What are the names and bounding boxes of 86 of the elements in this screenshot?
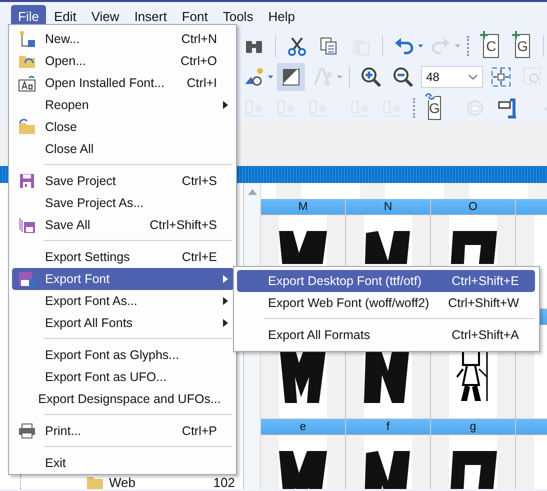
shortcut: Ctrl+P <box>182 424 217 438</box>
menu-item[interactable]: Font <box>174 4 215 28</box>
menu-entry[interactable]: Export Settings Ctrl+E <box>12 246 234 268</box>
add-glyph-button[interactable]: G <box>514 34 530 58</box>
chevron-icon <box>468 74 478 80</box>
menu-label: Export Font As... <box>44 294 138 308</box>
menu-item[interactable]: Help <box>261 4 302 28</box>
menu-item[interactable]: Edit <box>46 4 84 28</box>
submenu-arrow-icon <box>223 297 228 305</box>
font-icon <box>18 74 36 92</box>
menu-entry[interactable]: Export Font as Glyphs... <box>12 344 234 366</box>
shortcut: Ctrl+S <box>182 174 217 188</box>
submenu-arrow-icon <box>223 101 228 109</box>
floppy-disk-icon <box>18 271 36 287</box>
menu-entry[interactable]: Close All <box>12 138 234 160</box>
caret-icon[interactable] <box>268 74 274 78</box>
menu-entry[interactable]: Close <box>12 116 234 138</box>
menu-entry[interactable]: Export All Fonts <box>12 312 234 334</box>
menu-entry[interactable]: Save All Ctrl+Shift+S <box>12 214 234 236</box>
menu-label: Open... <box>44 54 87 68</box>
folder-icon <box>18 119 36 135</box>
menu-entry[interactable]: Print... Ctrl+P <box>12 420 234 442</box>
menu-label: Save Project As... <box>44 196 145 210</box>
shortcut: Ctrl+O <box>180 54 217 68</box>
menu-entry[interactable]: Open Installed Font... Ctrl+I <box>12 72 234 94</box>
menu-entry[interactable]: New... Ctrl+N <box>12 28 234 50</box>
shortcut: Ctrl+I <box>186 76 217 90</box>
caret-icon[interactable] <box>418 44 423 48</box>
shortcut: Ctrl+Shift+E <box>452 274 519 288</box>
zoom-value: 48 <box>426 70 440 84</box>
menu-item[interactable]: Insert <box>127 4 174 28</box>
glyph-label: M <box>261 199 345 215</box>
menu-label: Exit <box>44 456 67 470</box>
menu-label: Close <box>44 120 78 134</box>
menu-label: Export Font <box>44 272 111 286</box>
menu-entry[interactable]: Exit <box>12 452 234 474</box>
menu-entry[interactable]: Export Font as UFO... <box>12 366 234 388</box>
add-glyph-button[interactable]: C <box>483 34 499 58</box>
menu-label: Open Installed Font... <box>44 76 166 90</box>
fill-stroke-icon[interactable] <box>277 62 306 90</box>
zoom-combo[interactable]: 48 <box>421 66 483 88</box>
menu-label: New... <box>44 32 81 46</box>
folder-icon <box>18 53 36 69</box>
submenu-arrow-icon <box>223 275 228 283</box>
menu-entry[interactable]: Export Font As... <box>12 290 234 312</box>
menu-label: Save All <box>44 218 92 232</box>
glyph-label: f <box>346 419 430 435</box>
menu-label: Export Desktop Font (ttf/otf) <box>268 274 423 288</box>
menu-label: Close All <box>44 142 95 156</box>
menu-label: Export Font as Glyphs... <box>44 348 180 362</box>
menu-entry[interactable]: Export All Formats Ctrl+Shift+A <box>237 324 535 346</box>
glyph-count: 102 <box>213 476 236 489</box>
menu-entry[interactable]: Export Web Font (woff/woff2) Ctrl+Shift+W <box>237 292 535 314</box>
menu-label: Save Project <box>44 174 117 188</box>
shortcut: Ctrl+N <box>181 32 217 46</box>
glyph-label: N <box>346 199 430 215</box>
menu-entry[interactable]: Export Designspace and UFOs... <box>12 388 234 410</box>
floppy-disks-icon <box>19 217 35 233</box>
shortcut: Ctrl+E <box>182 250 217 264</box>
glyph-label: e <box>261 419 345 435</box>
menu-entry[interactable]: Open... Ctrl+O <box>12 50 234 72</box>
submenu-arrow-icon <box>223 319 228 327</box>
menu-entry[interactable]: Export Font <box>12 268 234 290</box>
menu-item[interactable]: Tools <box>216 4 260 28</box>
menu-entry[interactable]: Save Project As... <box>12 192 234 214</box>
new-file-icon <box>18 30 36 48</box>
menu-item[interactable]: View <box>84 4 126 28</box>
menu-label: Export Designspace and UFOs... <box>37 392 221 406</box>
menu-label: Export Font as UFO... <box>44 370 168 384</box>
menu-label: Export All Formats <box>268 328 372 342</box>
shortcut: Ctrl+Shift+S <box>150 218 217 232</box>
shortcut: Ctrl+Shift+A <box>452 328 519 342</box>
menu-entry[interactable]: Reopen <box>12 94 234 116</box>
menu-label: Export Web Font (woff/woff2) <box>268 296 430 310</box>
glyph-label: g <box>431 419 515 435</box>
menu-label: Print... <box>44 424 82 438</box>
menu-entry[interactable]: Export Desktop Font (ttf/otf) Ctrl+Shift+E <box>237 270 535 292</box>
shortcut: Ctrl+Shift+W <box>448 296 519 310</box>
glyph-label: O <box>431 199 515 215</box>
menu-label: Export All Fonts <box>44 316 134 330</box>
link-glyph-button[interactable]: G <box>428 96 441 120</box>
menu-label: Export Settings <box>44 250 131 264</box>
menu-entry[interactable]: Save Project Ctrl+S <box>12 170 234 192</box>
menu-label: Reopen <box>44 98 90 112</box>
tree-item[interactable]: Web <box>109 476 208 489</box>
printer-icon <box>18 423 36 439</box>
